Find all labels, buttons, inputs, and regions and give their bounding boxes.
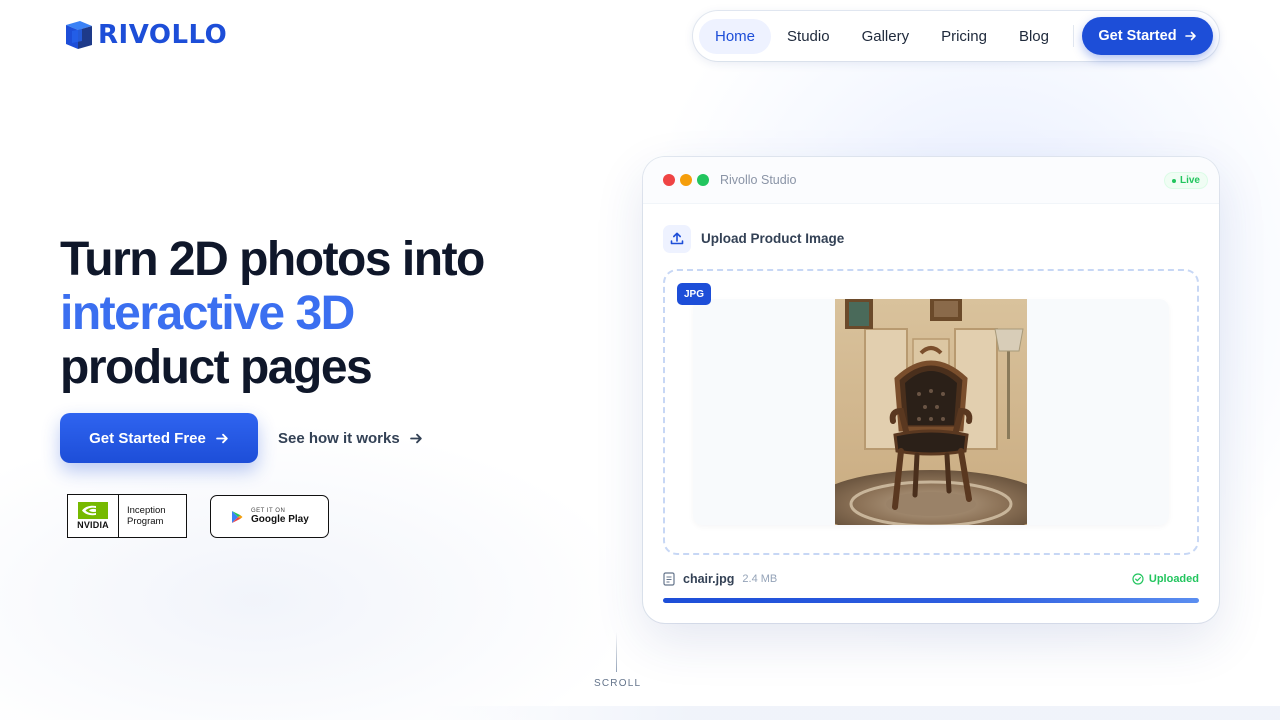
nav-item-pricing[interactable]: Pricing (925, 19, 1003, 54)
upload-status: Uploaded (1132, 573, 1199, 585)
upload-status-label: Uploaded (1148, 573, 1199, 585)
get-started-button[interactable]: Get Started (1081, 17, 1213, 55)
hero-headline-accent: interactive 3D (60, 287, 355, 340)
cube-logo-icon (66, 21, 92, 49)
studio-window-title: Rivollo Studio (720, 173, 797, 187)
live-dot-icon (1171, 178, 1176, 183)
file-name: chair.jpg (683, 572, 735, 586)
window-titlebar: Rivollo Studio Live (643, 157, 1219, 204)
upload-arrow-icon (670, 232, 684, 245)
file-size: 2.4 MB (742, 573, 778, 585)
file-info-row: chair.jpg 2.4 MB Uploaded (663, 571, 1199, 587)
window-minimize-dot (680, 174, 692, 186)
arrow-right-icon (409, 433, 422, 443)
google-play-text: GET IT ON Google Play (251, 508, 309, 525)
nvidia-wordmark: NVIDIA (77, 520, 109, 530)
upload-progress-fill (663, 598, 1199, 603)
upload-progress-bar (663, 598, 1199, 603)
brand-name: RIVOLLO (98, 20, 228, 50)
nvidia-logo: NVIDIA (68, 495, 119, 537)
nav-item-home[interactable]: Home (699, 18, 772, 54)
google-play-icon (232, 510, 243, 523)
program-line: Program (127, 516, 164, 527)
chair-product-photo (835, 299, 1027, 525)
get-started-label: Get Started (1098, 28, 1177, 44)
hero-headline-line3: product pages (60, 341, 373, 394)
hero-headline: Turn 2D photos into interactive 3D produ… (60, 233, 485, 395)
get-started-free-label: Get Started Free (89, 429, 206, 447)
see-how-it-works-label: See how it works (278, 429, 400, 447)
background-glow-left (0, 420, 640, 720)
file-icon (663, 572, 675, 586)
background-bottom-fade (430, 706, 1280, 720)
top-nav: Home Studio Gallery Pricing Blog Get Sta… (693, 11, 1219, 61)
nav-item-studio[interactable]: Studio (771, 19, 846, 54)
hero-headline-line1: Turn 2D photos into (60, 233, 485, 286)
live-status-label: Live (1179, 175, 1200, 186)
studio-preview-card: Rivollo Studio Live Upload Product Image… (643, 157, 1219, 623)
live-status-badge: Live (1163, 172, 1208, 189)
nvidia-inception-badge[interactable]: NVIDIA Inception Program (67, 494, 187, 538)
window-maximize-dot (697, 174, 709, 186)
nvidia-eye-icon (78, 502, 108, 519)
brand-logo[interactable]: RIVOLLO (62, 19, 227, 51)
inception-program-text: Inception Program (119, 505, 166, 527)
google-play-badge[interactable]: GET IT ON Google Play (210, 495, 329, 538)
inception-line: Inception (127, 505, 166, 516)
see-how-it-works-link[interactable]: See how it works (278, 413, 423, 463)
google-play-wordmark: Google Play (251, 514, 309, 525)
nav-item-blog[interactable]: Blog (1003, 19, 1065, 54)
upload-product-image-label: Upload Product Image (701, 231, 845, 246)
nav-divider (1072, 25, 1074, 47)
get-started-free-button[interactable]: Get Started Free (60, 413, 258, 463)
arrow-right-icon (1184, 31, 1196, 41)
upload-icon[interactable] (663, 225, 691, 253)
scroll-indicator-label[interactable]: SCROLL (594, 678, 641, 689)
file-type-tag: JPG (677, 283, 712, 305)
check-circle-icon (1132, 573, 1144, 585)
nav-item-gallery[interactable]: Gallery (846, 19, 926, 54)
scroll-indicator-line (616, 632, 617, 672)
window-close-dot (663, 174, 675, 186)
arrow-right-icon (216, 433, 228, 443)
